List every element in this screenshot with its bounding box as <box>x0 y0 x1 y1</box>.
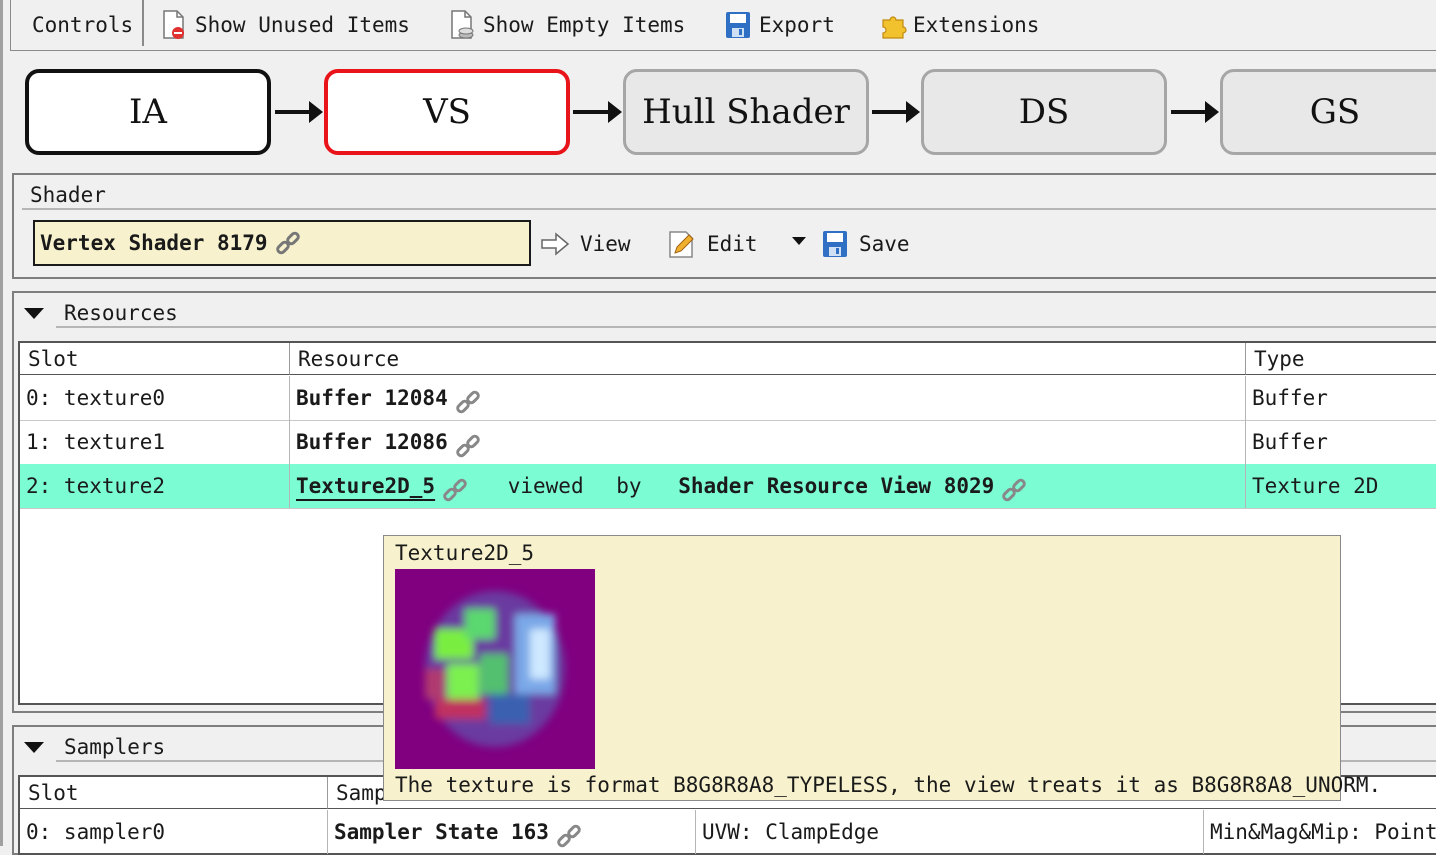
table-row[interactable]: 1: texture1 Buffer 12086 Buffer <box>20 420 1436 465</box>
view-button[interactable]: View <box>540 222 631 266</box>
samplers-group-title: Samplers <box>64 735 166 759</box>
type-cell: Buffer <box>1252 386 1328 410</box>
chevron-down-icon[interactable] <box>792 237 806 245</box>
view-label: View <box>580 232 631 256</box>
shader-name-field[interactable]: Vertex Shader 8179 <box>33 220 531 266</box>
toolbar-separator <box>142 0 144 46</box>
controls-label-text: Controls <box>32 13 134 37</box>
show-empty-button[interactable]: Show Empty Items <box>449 0 685 50</box>
stage-gs-label: GS <box>1309 92 1361 132</box>
slot-cell: 0: texture0 <box>20 376 290 420</box>
export-button[interactable]: Export <box>725 0 835 50</box>
extensions-label: Extensions <box>913 13 1040 37</box>
link-icon[interactable] <box>454 430 482 458</box>
stage-vs-label: VS <box>423 92 471 132</box>
addressing-cell: UVW: ClampEdge <box>696 810 1204 854</box>
stage-ia[interactable]: IA <box>25 69 271 155</box>
stage-gs[interactable]: GS <box>1220 69 1436 155</box>
flow-arrow <box>1171 101 1219 123</box>
texture-tooltip: Texture2D_5 The texture is format B8G8R8… <box>383 535 1381 801</box>
collapse-triangle-icon[interactable] <box>24 742 44 753</box>
view-link[interactable]: Shader Resource View 8029 <box>678 474 994 498</box>
collapse-triangle-icon[interactable] <box>24 308 44 319</box>
resource-cell: Texture2D_5 viewed by Shader Resource Vi… <box>290 464 1246 508</box>
link-icon[interactable] <box>274 230 302 256</box>
flow-arrow <box>275 101 323 123</box>
resource-cell: Buffer 12084 <box>290 376 1246 420</box>
stage-ds[interactable]: DS <box>921 69 1167 155</box>
slot-cell: 1: texture1 <box>20 420 290 464</box>
resources-group-title: Resources <box>64 301 178 325</box>
shader-name-text: Vertex Shader 8179 <box>40 231 268 255</box>
resource-link[interactable]: Buffer 12084 <box>296 386 448 410</box>
controls-label: Controls <box>32 0 133 50</box>
resource-link[interactable]: Texture2D_5 <box>296 474 435 498</box>
save-button[interactable]: Save <box>821 222 910 266</box>
save-disk-icon <box>725 10 751 40</box>
divider <box>56 326 1436 328</box>
link-icon[interactable] <box>454 386 482 414</box>
save-label: Save <box>859 232 910 256</box>
slot-cell: 2: texture2 <box>20 464 290 508</box>
flow-arrow <box>872 101 920 123</box>
tooltip-message: The texture is format B8G8R8A8_TYPELESS,… <box>395 773 1382 797</box>
sampler-cell: Sampler State 163 <box>328 810 696 854</box>
column-header-type[interactable]: Type <box>1246 343 1436 375</box>
link-icon[interactable] <box>441 474 469 502</box>
show-empty-label: Show Empty Items <box>483 13 686 37</box>
arrow-right-icon <box>540 232 570 256</box>
type-cell: Texture 2D <box>1252 474 1379 498</box>
show-unused-label: Show Unused Items <box>195 13 410 37</box>
filter-cell: Min&Mag&Mip: Point <box>1210 820 1436 844</box>
column-header-resource[interactable]: Resource <box>290 343 1246 375</box>
table-row-selected[interactable]: 2: texture2 Texture2D_5 viewed by Shader… <box>20 464 1436 509</box>
sampler-link[interactable]: Sampler State 163 <box>334 820 549 844</box>
document-remove-icon <box>161 10 187 40</box>
extensions-button[interactable]: Extensions <box>879 0 1039 50</box>
table-row[interactable]: 0: sampler0 Sampler State 163 UVW: Clamp… <box>20 810 1436 854</box>
edit-label: Edit <box>707 232 758 256</box>
edit-button[interactable]: Edit <box>667 222 758 266</box>
shader-group-title: Shader <box>30 183 106 207</box>
stage-ia-label: IA <box>129 92 167 132</box>
document-stack-icon <box>449 10 475 40</box>
divider <box>22 208 1436 210</box>
column-header-slot[interactable]: Slot <box>20 777 328 809</box>
link-icon[interactable] <box>555 820 583 848</box>
window-frame <box>0 0 3 846</box>
table-row[interactable]: 0: texture0 Buffer 12084 Buffer <box>20 376 1436 421</box>
export-label: Export <box>759 13 835 37</box>
puzzle-piece-icon <box>879 10 907 40</box>
stage-hs-label: Hull Shader <box>642 92 850 132</box>
resource-cell: Buffer 12086 <box>290 420 1246 464</box>
link-icon[interactable] <box>1000 474 1028 502</box>
column-header-slot[interactable]: Slot <box>20 343 290 375</box>
flow-arrow <box>573 101 622 123</box>
stage-vs[interactable]: VS <box>324 69 570 155</box>
save-disk-icon <box>821 229 849 259</box>
by-text: by <box>616 474 642 498</box>
texture-thumbnail <box>395 569 595 769</box>
type-cell: Buffer <box>1252 430 1328 454</box>
viewed-text: viewed <box>507 474 584 498</box>
stage-ds-label: DS <box>1018 92 1070 132</box>
stage-hull-shader[interactable]: Hull Shader <box>623 69 869 155</box>
tooltip-title: Texture2D_5 <box>395 541 535 565</box>
slot-cell: 0: sampler0 <box>20 810 328 854</box>
toolbar: Controls Show Unused Items Show Empty It… <box>10 0 1436 51</box>
show-unused-button[interactable]: Show Unused Items <box>161 0 410 50</box>
resource-link[interactable]: Buffer 12086 <box>296 430 448 454</box>
edit-pencil-icon <box>667 229 697 259</box>
